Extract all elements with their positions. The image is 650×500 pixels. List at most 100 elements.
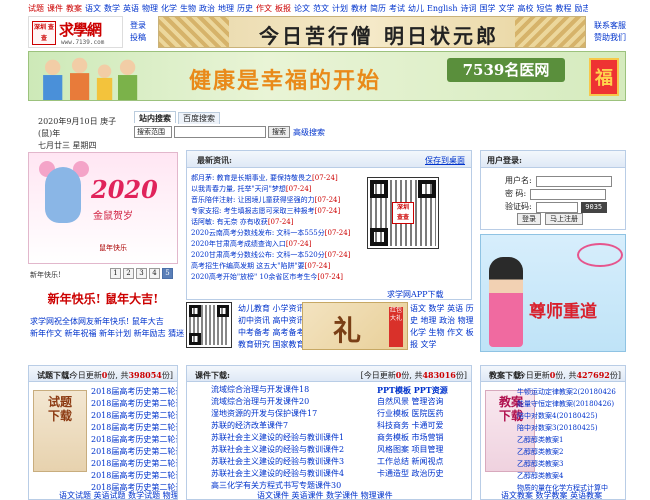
tab-site-search[interactable]: 站内搜索 <box>134 111 176 123</box>
lesson-item[interactable]: 乙醇醇类教案4 <box>517 470 616 482</box>
news-item-title[interactable]: 音乐陪伴注射: 让困境儿童获得坚强的力 <box>191 196 315 204</box>
ppt-item[interactable]: 科技商务 卡通可爱 <box>377 420 444 432</box>
news-item[interactable]: 以我青春力量, 托举"天问"梦想[07-24] <box>191 184 361 195</box>
login-button[interactable]: 登录 <box>517 213 541 225</box>
news-item[interactable]: 专家支招: 考生填报志愿可采取三种报考[07-24] <box>191 206 361 217</box>
pager-page-4[interactable]: 4 <box>149 268 160 279</box>
lesson-item[interactable]: 乙醇醇类教案2 <box>517 446 616 458</box>
courseware-item[interactable]: 湿地资源的开发与保护课件17 <box>211 408 344 420</box>
register-button[interactable]: 马上注册 <box>545 213 583 225</box>
test-item[interactable]: 2018届高考历史第二轮课时巩 <box>91 458 177 470</box>
advanced-search-link[interactable]: 高级搜索 <box>293 128 325 137</box>
top-nav-item[interactable]: 英语 <box>123 4 139 13</box>
news-item-title[interactable]: 专家支招: 考生填报志愿可采取三种报考 <box>191 207 315 215</box>
courseware-item[interactable]: 苏联社会主义建设的经验与教训课件3 <box>211 456 344 468</box>
subject-link-row-3[interactable]: 化学 生物 作文 板 <box>410 327 474 339</box>
news-item[interactable]: 高考招生作编高发期 这五大"陷阱"要[07-24] <box>191 261 361 272</box>
news-item-title[interactable]: 2020甘肃高考分数线公布: 文科一本520分 <box>191 251 325 259</box>
app-qr-code[interactable]: 深圳 查查 <box>367 177 439 249</box>
top-nav-item[interactable]: 论文 <box>294 4 310 13</box>
top-nav-item[interactable]: 语文 <box>85 4 101 13</box>
username-input[interactable] <box>535 175 612 187</box>
ppt-item[interactable]: 行业模板 医院医药 <box>377 408 444 420</box>
top-nav-item[interactable]: 简历 <box>370 4 386 13</box>
top-nav-item[interactable]: 地理 <box>218 4 234 13</box>
pager-page-2[interactable]: 2 <box>123 268 134 279</box>
lesson-item[interactable]: 能量守恒定律教案(20180426) <box>517 398 616 410</box>
gift-banner[interactable]: 礼 红包大礼 <box>302 302 408 350</box>
search-scope-select[interactable]: 搜索范围 <box>134 126 172 138</box>
subject-link-row-2[interactable]: 史 地理 政治 物理 <box>410 315 474 327</box>
courseware-item[interactable]: 流域综合治理与开发课件18 <box>211 384 344 396</box>
top-nav-item[interactable]: 国学 <box>480 4 496 13</box>
top-nav-item[interactable]: 文学 <box>499 4 515 13</box>
top-nav-item[interactable]: 诗词 <box>461 4 477 13</box>
lesson-item[interactable]: 牛顿运动定律教案2(20180426 <box>517 386 616 398</box>
top-nav-item[interactable]: 课件 <box>47 4 63 13</box>
subject-link-row-1[interactable]: 语文 数学 英语 历 <box>410 303 474 315</box>
news-item[interactable]: 话阿敏: 有无奈 亦有收获[07-24] <box>191 217 361 228</box>
education-link-row-2[interactable]: 初中资讯 高中资讯 <box>238 315 305 327</box>
captcha-input[interactable] <box>535 201 578 213</box>
health-banner[interactable]: 健康是幸福的开始 7539名医网 福 <box>28 51 626 101</box>
courseware-item[interactable]: 苏联社会主义建设的经验与教训课件4 <box>211 468 344 480</box>
lessons-footer-links[interactable]: 语文教案 数学教案 英语教案 <box>501 490 602 499</box>
search-input[interactable] <box>174 126 266 138</box>
courseware-item[interactable]: 苏联的经济改革课件7 <box>211 420 344 432</box>
news-item-title[interactable]: 2020年甘肃高考成绩查询入口 <box>191 240 286 248</box>
news-item[interactable]: 音乐陪伴注射: 让困境儿童获得坚强的力[07-24] <box>191 195 361 206</box>
ppt-item[interactable]: 卡通造型 政治历史 <box>377 468 444 480</box>
tab-baidu-search[interactable]: 百度搜索 <box>178 112 220 124</box>
pager-page-3[interactable]: 3 <box>136 268 147 279</box>
courseware-item[interactable]: 流域综合治理与开发课件20 <box>211 396 344 408</box>
news-item[interactable]: 2020高考开始"放榜" 10余省区市考生今[07-24] <box>191 272 361 283</box>
top-nav-item[interactable]: 幼儿 <box>408 4 424 13</box>
news-item-title[interactable]: 以我青春力量, 托举"天问"梦想 <box>191 185 286 193</box>
news-item[interactable]: 郝月茅: 教育是长期事业, 要保持敬畏之[07-24] <box>191 173 361 184</box>
news-item[interactable]: 2020年甘肃高考成绩查询入口[07-24] <box>191 239 361 250</box>
search-button[interactable]: 搜索 <box>268 126 290 138</box>
top-nav-item[interactable]: 政治 <box>199 4 215 13</box>
ppt-item[interactable]: 风格图案 项目管理 <box>377 444 444 456</box>
top-nav-item[interactable]: 物理 <box>142 4 158 13</box>
top-nav-item[interactable]: 试题 <box>28 4 44 13</box>
save-to-desktop-link[interactable]: 保存到桌面 <box>425 155 465 166</box>
top-nav-item[interactable]: 短信 <box>537 4 553 13</box>
test-item[interactable]: 2018届高考历史第二轮课时巩 <box>91 398 177 410</box>
test-item[interactable]: 2018届高考历史第二轮课时巩 <box>91 386 177 398</box>
test-item[interactable]: 2018届高考历史第二轮课时巩 <box>91 470 177 482</box>
top-nav-item[interactable]: 化学 <box>161 4 177 13</box>
pager-page-1[interactable]: 1 <box>110 268 121 279</box>
test-item[interactable]: 2018届高考历史第二轮课时巩 <box>91 446 177 458</box>
sponsor-link[interactable]: 赞助我们 <box>594 32 634 44</box>
lesson-item[interactable]: 乙醇醇类教案1 <box>517 434 616 446</box>
small-qr-code[interactable] <box>186 302 232 348</box>
ppt-header-text[interactable]: PPT模板 PPT资源 <box>377 384 448 396</box>
top-nav-item[interactable]: 励志 <box>575 4 589 13</box>
ppt-item[interactable]: 自然风景 管理咨询 <box>377 396 444 408</box>
news-item-title[interactable]: 高考招生作编高发期 这五大"陷阱"要 <box>191 262 305 270</box>
courseware-item[interactable]: 苏联社会主义建设的经验与教训课件2 <box>211 444 344 456</box>
top-nav-item[interactable]: 高校 <box>518 4 534 13</box>
test-item[interactable]: 2018届高考历史第二轮课时巩 <box>91 434 177 446</box>
top-nav-item[interactable]: 生物 <box>180 4 196 13</box>
top-nav-item[interactable]: 数学 <box>104 4 120 13</box>
ppt-item[interactable]: 商务模板 市场营销 <box>377 432 444 444</box>
top-nav-item[interactable]: 考试 <box>389 4 405 13</box>
site-logo[interactable]: 深圳 查查 求學網 www.7139.com <box>28 16 123 48</box>
news-item-title[interactable]: 2020云南高考分数线发布: 文科一本555分 <box>191 229 325 237</box>
news-item-title[interactable]: 话阿敏: 有无奈 亦有收获 <box>191 218 268 226</box>
password-input[interactable] <box>530 188 607 200</box>
news-item-title[interactable]: 2020高考开始"放榜" 10余省区市考生今 <box>191 273 317 281</box>
tests-image[interactable]: 试题 下载 <box>33 390 87 472</box>
top-nav-item[interactable]: 历史 <box>237 4 253 13</box>
ppt-item[interactable]: 工作总结 新闻视点 <box>377 456 444 468</box>
submit-link[interactable]: 投稿 <box>130 32 150 44</box>
news-item[interactable]: 2020甘肃高考分数线公布: 文科一本520分[07-24] <box>191 250 361 261</box>
subject-link-row-4[interactable]: 报 文学 <box>410 339 474 351</box>
new-year-image[interactable]: 2020 金鼠贺岁 鼠年快乐 <box>28 152 178 264</box>
top-nav-item[interactable]: 范文 <box>313 4 329 13</box>
education-link-row-1[interactable]: 幼儿教育 小学资讯 <box>238 303 305 315</box>
new-year-headline[interactable]: 新年快乐! 鼠年大吉! <box>28 290 178 307</box>
top-nav-item[interactable]: 作文 <box>256 4 272 13</box>
